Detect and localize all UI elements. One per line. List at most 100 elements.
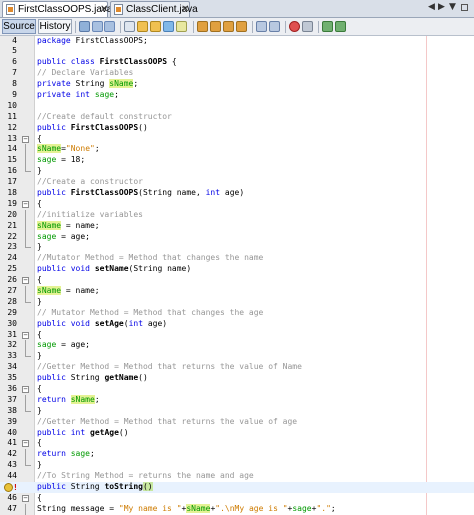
- close-icon[interactable]: ✕: [100, 2, 108, 17]
- code-line[interactable]: 16}: [0, 166, 474, 177]
- code-line[interactable]: 24 //Mutator Method = Method that changes…: [0, 253, 474, 264]
- fold-collapse-icon[interactable]: −: [22, 440, 29, 448]
- fold-guide: [25, 394, 26, 406]
- close-icon[interactable]: ✕: [181, 2, 189, 17]
- code-line[interactable]: 39 //Getter Method = Method that returns …: [0, 417, 474, 428]
- fold-collapse-icon[interactable]: −: [22, 331, 29, 339]
- code-line[interactable]: 42 return sage;: [0, 449, 474, 461]
- toggle-bookmark-icon[interactable]: [236, 21, 247, 32]
- tab-scroll-right-icon[interactable]: ▶: [438, 2, 445, 12]
- tab-list-icon[interactable]: ▼: [449, 2, 456, 12]
- previous-bookmark-icon[interactable]: [210, 21, 221, 32]
- code-editor[interactable]: 4 package FirstClassOOPS; 5 6 public class F…: [0, 36, 474, 515]
- line-number: 29: [7, 307, 17, 317]
- toolbar-divider: [120, 21, 121, 33]
- code-line[interactable]: 15 sage = 18;: [0, 155, 474, 167]
- fold-collapse-icon[interactable]: −: [22, 277, 29, 285]
- tab-firstclassoops[interactable]: FirstClassOOPS.java ✕: [2, 1, 112, 17]
- back-icon[interactable]: [92, 21, 103, 32]
- code-line[interactable]: 41−{: [0, 438, 474, 449]
- toggle-rectangular-selection-icon[interactable]: [197, 21, 208, 32]
- tab-classclient[interactable]: ClassClient.java ✕: [110, 1, 198, 17]
- code-line[interactable]: 9 private int sage;: [0, 90, 474, 101]
- code-line[interactable]: 25 public void setName(String name): [0, 264, 474, 275]
- code-line[interactable]: ! public String toString(): [0, 482, 474, 493]
- code-line[interactable]: 5: [0, 46, 474, 57]
- code-text: return sage;: [37, 449, 95, 459]
- code-line[interactable]: 40 public int getAge(): [0, 428, 474, 439]
- history-button[interactable]: History: [38, 19, 72, 34]
- code-line[interactable]: 21 sName = name;: [0, 220, 474, 232]
- comment-icon[interactable]: [322, 21, 333, 32]
- code-line[interactable]: 17 //Create a constructor: [0, 177, 474, 188]
- maximize-icon[interactable]: [461, 4, 468, 11]
- find-previous-icon[interactable]: [137, 21, 148, 32]
- fold-collapse-icon[interactable]: −: [22, 135, 29, 143]
- code-line[interactable]: 22 sage = age;: [0, 231, 474, 243]
- code-line[interactable]: 38}: [0, 405, 474, 417]
- code-line[interactable]: 34 //Getter Method = Method that returns …: [0, 362, 474, 373]
- code-line[interactable]: 12 public FirstClassOOPS(): [0, 123, 474, 134]
- warning-bulb-icon[interactable]: [4, 483, 13, 493]
- toolbar-divider: [193, 21, 194, 33]
- code-text: public int getAge(): [37, 427, 129, 437]
- fold-guide: [25, 285, 26, 297]
- fold-collapse-icon[interactable]: −: [22, 494, 29, 502]
- code-line[interactable]: 32 sage = age;: [0, 340, 474, 352]
- code-text: {: [37, 329, 42, 339]
- code-line[interactable]: 29 // Mutator Method = Method that change…: [0, 308, 474, 319]
- code-text: {: [37, 438, 42, 448]
- code-line[interactable]: 4 package FirstClassOOPS;: [0, 36, 474, 47]
- code-line[interactable]: 37 return sName;: [0, 394, 474, 406]
- code-line[interactable]: 46−{: [0, 493, 474, 504]
- code-line[interactable]: 20 //initialize variables: [0, 209, 474, 221]
- source-button[interactable]: Source: [2, 19, 36, 34]
- fold-end-guide: [25, 351, 31, 358]
- code-line[interactable]: 31−{: [0, 330, 474, 341]
- code-line[interactable]: 7 // Declare Variables: [0, 68, 474, 79]
- code-line[interactable]: 47 String message = "My name is "+sName+"…: [0, 503, 474, 515]
- code-line[interactable]: 18 public FirstClassOOPS(String name, int…: [0, 188, 474, 199]
- line-number: 15: [7, 155, 17, 165]
- code-line[interactable]: 33}: [0, 351, 474, 362]
- start-macro-icon[interactable]: [289, 21, 300, 32]
- toggle-highlight-icon[interactable]: [176, 21, 187, 32]
- line-number: 14: [7, 144, 17, 154]
- line-number: 43: [7, 460, 17, 470]
- code-line[interactable]: 11 //Create default constructor: [0, 112, 474, 123]
- code-line[interactable]: 28}: [0, 296, 474, 308]
- line-number: 11: [7, 111, 17, 121]
- code-line[interactable]: 30 public void setAge(int age): [0, 319, 474, 330]
- code-line[interactable]: 26−{: [0, 275, 474, 286]
- fold-end-guide: [25, 460, 31, 467]
- code-text: public class FirstClassOOPS {: [37, 57, 177, 67]
- code-line[interactable]: 14 sName="None";: [0, 144, 474, 156]
- forward-icon[interactable]: [104, 21, 115, 32]
- tab-label: FirstClassOOPS.java: [18, 4, 113, 15]
- code-line[interactable]: 6 public class FirstClassOOPS {: [0, 57, 474, 68]
- code-line[interactable]: 19−{: [0, 199, 474, 210]
- shift-left-icon[interactable]: [256, 21, 267, 32]
- code-line[interactable]: 27 sName = name;: [0, 285, 474, 297]
- shift-right-icon[interactable]: [269, 21, 280, 32]
- fold-end-guide: [25, 242, 31, 249]
- last-edit-icon[interactable]: [79, 21, 90, 32]
- code-line[interactable]: 10: [0, 101, 474, 112]
- code-line[interactable]: 44 //To String Method = returns the name …: [0, 471, 474, 482]
- find-selection-icon[interactable]: [163, 21, 174, 32]
- next-bookmark-icon[interactable]: [223, 21, 234, 32]
- find-next-icon[interactable]: [150, 21, 161, 32]
- code-line[interactable]: 13−{: [0, 134, 474, 145]
- code-text: public void setName(String name): [37, 264, 192, 274]
- fold-collapse-icon[interactable]: −: [22, 386, 29, 393]
- code-line[interactable]: 23}: [0, 242, 474, 253]
- code-line[interactable]: 35 public String getName(): [0, 373, 474, 384]
- uncomment-icon[interactable]: [335, 21, 346, 32]
- find-icon[interactable]: [124, 21, 135, 32]
- tab-scroll-left-icon[interactable]: ◀: [428, 2, 435, 12]
- code-line[interactable]: 36− {: [0, 384, 474, 395]
- code-line[interactable]: 8 private String sName;: [0, 79, 474, 90]
- code-line[interactable]: 43}: [0, 460, 474, 471]
- stop-macro-icon[interactable]: [302, 21, 313, 32]
- fold-collapse-icon[interactable]: −: [22, 200, 29, 208]
